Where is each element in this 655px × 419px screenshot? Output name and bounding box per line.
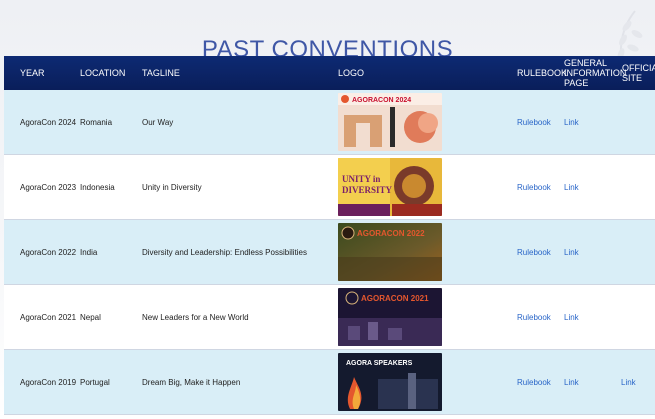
logo-lettering: AGORACON 2021 — [361, 294, 429, 303]
header-location: LOCATION — [80, 68, 126, 78]
cell-location: Nepal — [80, 312, 101, 322]
table-row: AgoraCon 2021 Nepal New Leaders for a Ne… — [4, 285, 655, 350]
rulebook-link[interactable]: Rulebook — [517, 183, 551, 192]
table-row: AgoraCon 2022 India Diversity and Leader… — [4, 220, 655, 285]
cell-tagline: New Leaders for a New World — [142, 312, 249, 322]
cell-location: Romania — [80, 117, 113, 127]
header-year: YEAR — [20, 68, 45, 78]
logo-lettering: UNITY in — [342, 174, 380, 184]
cell-year: AgoraCon 2021 — [20, 312, 77, 322]
rulebook-link[interactable]: Rulebook — [517, 118, 551, 127]
header-rulebook: RULEBOOK — [517, 68, 568, 78]
general-info-link[interactable]: Link — [564, 183, 579, 192]
convention-logo-image: AGORACON 2022 — [338, 223, 442, 281]
cell-year: AgoraCon 2019 — [20, 377, 77, 387]
cell-location: Portugal — [80, 377, 110, 387]
rulebook-link[interactable]: Rulebook — [517, 378, 551, 387]
rulebook-link[interactable]: Rulebook — [517, 313, 551, 322]
convention-logo-image: AGORACON 2021 — [338, 288, 442, 346]
cell-location: Indonesia — [80, 182, 115, 192]
table-row: AgoraCon 2019 Portugal Dream Big, Make i… — [4, 350, 655, 415]
general-info-link[interactable]: Link — [564, 313, 579, 322]
cell-year: AgoraCon 2022 — [20, 247, 77, 257]
header-general-info: GENERAL INFORMATION PAGE — [564, 58, 627, 88]
table-header: YEAR LOCATION TAGLINE LOGO RULEBOOK GENE… — [4, 56, 655, 90]
convention-logo-image: UNITY in DIVERSITY — [338, 158, 442, 216]
general-info-link[interactable]: Link — [564, 378, 579, 387]
logo-lettering: DIVERSITY — [342, 185, 393, 195]
official-site-link[interactable]: Link — [621, 378, 636, 387]
conventions-table: YEAR LOCATION TAGLINE LOGO RULEBOOK GENE… — [4, 56, 655, 415]
cell-tagline: Our Way — [142, 117, 174, 127]
logo-lettering: AGORACON 2022 — [357, 229, 425, 238]
cell-tagline: Dream Big, Make it Happen — [142, 377, 241, 387]
logo-lettering: AGORA SPEAKERS — [346, 360, 413, 367]
cell-tagline: Unity in Diversity — [142, 182, 202, 192]
logo-lettering: AGORACON 2024 — [352, 97, 411, 104]
general-info-link[interactable]: Link — [564, 118, 579, 127]
table-row: AgoraCon 2023 Indonesia Unity in Diversi… — [4, 155, 655, 220]
cell-year: AgoraCon 2024 — [20, 117, 77, 127]
table-row: AgoraCon 2024 Romania Our Way AGORACON 2… — [4, 90, 655, 155]
header-logo: LOGO — [338, 68, 365, 78]
cell-tagline: Diversity and Leadership: Endless Possib… — [142, 247, 307, 257]
rulebook-link[interactable]: Rulebook — [517, 248, 551, 257]
convention-logo-image: AGORACON 2024 — [338, 93, 442, 151]
convention-logo-image: AGORA SPEAKERS — [338, 353, 442, 411]
general-info-link[interactable]: Link — [564, 248, 579, 257]
cell-year: AgoraCon 2023 — [20, 182, 77, 192]
header-official-site: OFFICIAL SITE — [622, 63, 655, 83]
cell-location: India — [80, 247, 98, 257]
header-tagline: TAGLINE — [142, 68, 180, 78]
